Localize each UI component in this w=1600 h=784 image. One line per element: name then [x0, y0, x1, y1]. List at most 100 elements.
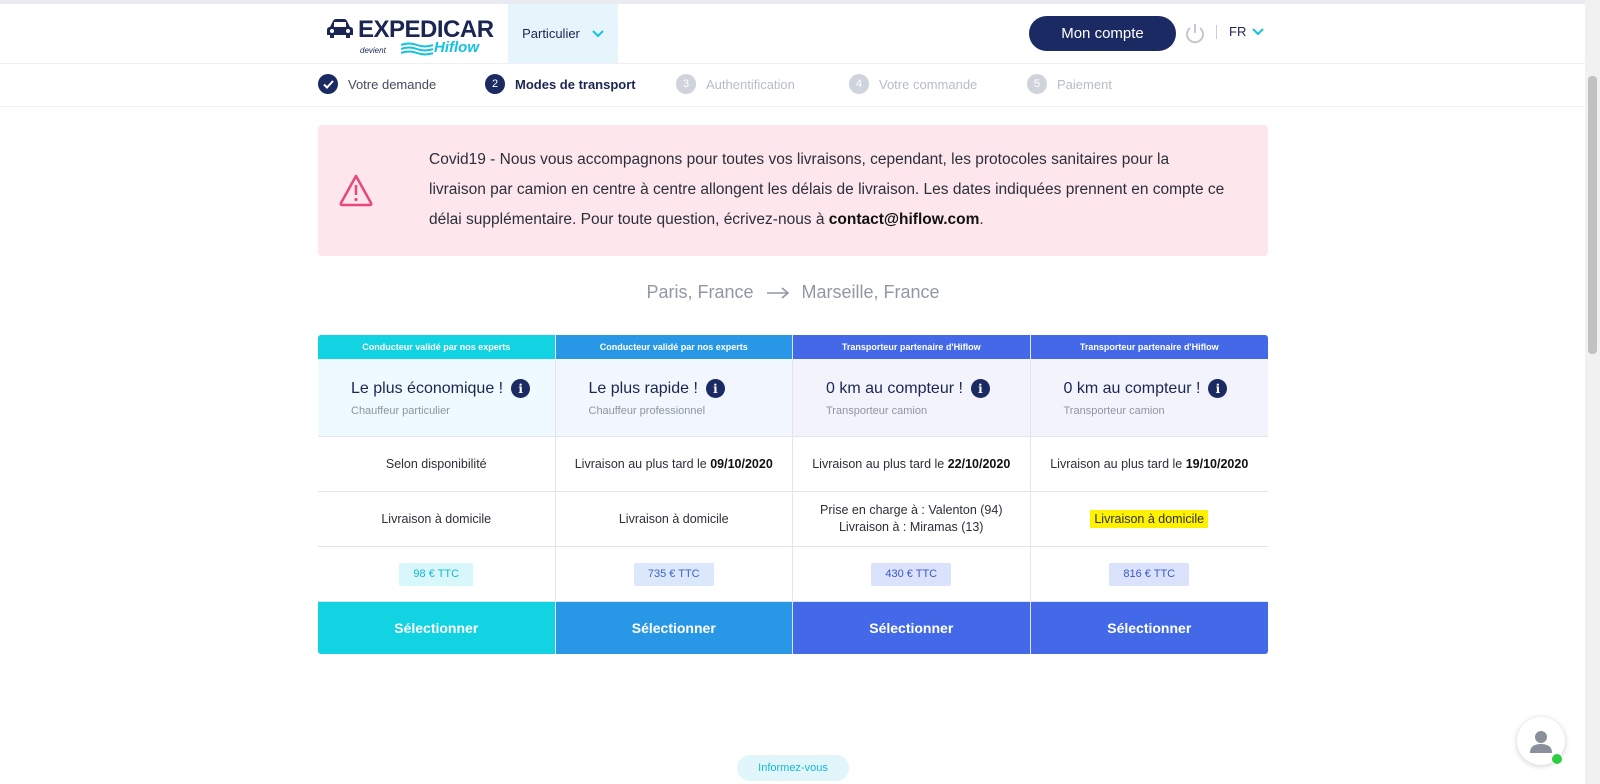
delivery-mode-line1: Livraison à domicile — [381, 511, 492, 526]
offer-badge: Conducteur validé par nos experts — [318, 335, 555, 359]
chevron-down-icon — [1252, 27, 1265, 35]
offer-title-text: 0 km au compteur ! — [1063, 379, 1201, 397]
offer-subtitle: Transporteur camion — [1063, 405, 1165, 417]
select-offer-button[interactable]: Sélectionner — [1030, 602, 1268, 654]
offer-price: 816 € TTC — [1109, 562, 1190, 586]
online-status-dot — [1551, 753, 1563, 765]
account-button[interactable]: Mon compte — [1029, 16, 1176, 51]
step-label: Votre demande — [348, 76, 437, 92]
language-label: FR — [1229, 24, 1247, 39]
page-scrollbar[interactable] — [1585, 0, 1600, 784]
customer-type-dropdown[interactable]: Particulier — [508, 4, 618, 63]
offer-badge-label: Conducteur validé par nos experts — [599, 342, 748, 352]
step-label: Modes de transport — [515, 76, 636, 92]
offer-column: Transporteur partenaire d'Hiflow 0 km au… — [793, 335, 1031, 654]
offer-column: Conducteur validé par nos experts Le plu… — [555, 335, 793, 654]
offer-title-text: Le plus rapide ! — [588, 379, 698, 397]
offer-badge: Transporteur partenaire d'Hiflow — [1030, 335, 1268, 359]
customer-type-label: Particulier — [522, 26, 580, 41]
waves-icon — [401, 42, 433, 56]
brand-tagline: devient — [360, 46, 386, 55]
step-number: 3 — [676, 74, 696, 94]
delivery-prefix: Livraison au plus tard le — [574, 456, 711, 471]
step-label: Paiement — [1057, 76, 1112, 92]
offer-title-text: Le plus économique ! — [351, 379, 504, 397]
step-label: Votre commande — [879, 76, 978, 92]
header-separator — [1216, 25, 1217, 39]
select-offer-button[interactable]: Sélectionner — [793, 602, 1030, 654]
inform-button[interactable]: Informez-vous — [737, 755, 849, 781]
step-payment: 5 Paiement — [1027, 74, 1112, 94]
alert-text-end: . — [979, 211, 984, 228]
offer-column: Conducteur validé par nos experts Le plu… — [318, 335, 556, 654]
logo[interactable]: EXPEDICAR devient Hiflow — [326, 16, 496, 58]
delivery-prefix: Selon disponibilité — [385, 456, 487, 471]
scrollbar-thumb[interactable] — [1588, 76, 1597, 354]
offer-delivery-mode: Livraison à domicile — [1030, 492, 1268, 547]
chat-widget[interactable] — [1517, 717, 1565, 765]
offer-delivery-date: Livraison au plus tard le 19/10/2020 — [1030, 437, 1268, 492]
offer-delivery-date: Livraison au plus tard le 09/10/2020 — [555, 437, 792, 492]
step-request[interactable]: Votre demande — [318, 74, 436, 94]
offer-title: 0 km au compteur ! i — [826, 379, 990, 398]
language-selector[interactable]: FR — [1229, 24, 1265, 39]
offer-delivery-date: Selon disponibilité — [318, 437, 555, 492]
route-destination: Marseille, France — [801, 282, 940, 302]
step-number: 5 — [1027, 74, 1047, 94]
delivery-prefix: Livraison au plus tard le — [1050, 456, 1186, 471]
info-icon[interactable]: i — [1208, 379, 1228, 398]
select-offer-button[interactable]: Sélectionner — [555, 602, 792, 654]
offer-badge-label: Transporteur partenaire d'Hiflow — [1079, 342, 1219, 352]
offer-header: 0 km au compteur ! i Transporteur camion — [793, 359, 1030, 437]
offer-delivery-date: Livraison au plus tard le 22/10/2020 — [793, 437, 1030, 492]
delivery-date: 22/10/2020 — [947, 456, 1011, 471]
power-icon[interactable] — [1183, 22, 1207, 46]
info-icon[interactable]: i — [705, 379, 725, 398]
delivery-mode-line1: Livraison à domicile — [618, 511, 729, 526]
offer-title: Le plus économique ! i — [351, 379, 531, 398]
chevron-down-icon — [592, 29, 604, 37]
select-offer-button[interactable]: Sélectionner — [318, 602, 555, 654]
covid-alert: Covid19 - Nous vous accompagnons pour to… — [318, 125, 1268, 256]
delivery-mode-line1: Prise en charge à : Valenton (94) — [819, 503, 1003, 517]
delivery-mode-line2: Livraison à : Miramas (13) — [838, 520, 984, 534]
step-number: 4 — [849, 74, 869, 94]
info-icon[interactable]: i — [511, 379, 531, 398]
step-auth: 3 Authentification — [676, 74, 795, 94]
delivery-mode-line1: Livraison à domicile — [1090, 509, 1209, 528]
delivery-prefix: Livraison au plus tard le — [812, 456, 948, 471]
offer-price: 98 € TTC — [399, 562, 474, 586]
contact-email-link[interactable]: contact@hiflow.com — [829, 211, 980, 228]
warning-icon — [339, 174, 373, 207]
arrow-right-icon — [766, 286, 789, 299]
step-label: Authentification — [706, 76, 795, 92]
step-number: 2 — [485, 74, 505, 94]
offer-header: 0 km au compteur ! i Transporteur camion — [1030, 359, 1268, 437]
info-icon[interactable]: i — [970, 379, 990, 398]
offer-subtitle: Transporteur camion — [826, 405, 928, 417]
offer-badge: Transporteur partenaire d'Hiflow — [793, 335, 1030, 359]
offer-badge-label: Transporteur partenaire d'Hiflow — [841, 342, 981, 352]
offer-header: Le plus économique ! i Chauffeur particu… — [318, 359, 555, 437]
offer-delivery-mode: Livraison à domicile — [318, 492, 555, 547]
route-summary: Paris, France Marseille, France — [318, 282, 1268, 303]
step-order: 4 Votre commande — [849, 74, 977, 94]
alert-text: Covid19 - Nous vous accompagnons pour to… — [429, 151, 1225, 228]
offer-column: Transporteur partenaire d'Hiflow 0 km au… — [1030, 335, 1268, 654]
offer-header: Le plus rapide ! i Chauffeur professionn… — [555, 359, 792, 437]
step-transport[interactable]: 2 Modes de transport — [485, 74, 636, 94]
brand-hiflow: Hiflow — [434, 39, 479, 56]
alert-message: Covid19 - Nous vous accompagnons pour to… — [429, 145, 1229, 235]
offer-badge-label: Conducteur validé par nos experts — [362, 342, 511, 352]
offer-badge: Conducteur validé par nos experts — [555, 335, 792, 359]
offers-table: Conducteur validé par nos experts Le plu… — [318, 335, 1268, 654]
header: EXPEDICAR devient Hiflow — [0, 4, 1585, 64]
offer-subtitle: Chauffeur particulier — [351, 405, 450, 417]
route-origin: Paris, France — [646, 282, 754, 302]
offer-price-cell: 735 € TTC — [555, 547, 792, 602]
offer-title: Le plus rapide ! i — [589, 379, 725, 398]
offer-delivery-mode: Livraison à domicile — [555, 492, 792, 547]
chat-avatar-icon — [1530, 731, 1552, 753]
delivery-date: 19/10/2020 — [1185, 456, 1249, 471]
car-icon — [327, 19, 353, 38]
